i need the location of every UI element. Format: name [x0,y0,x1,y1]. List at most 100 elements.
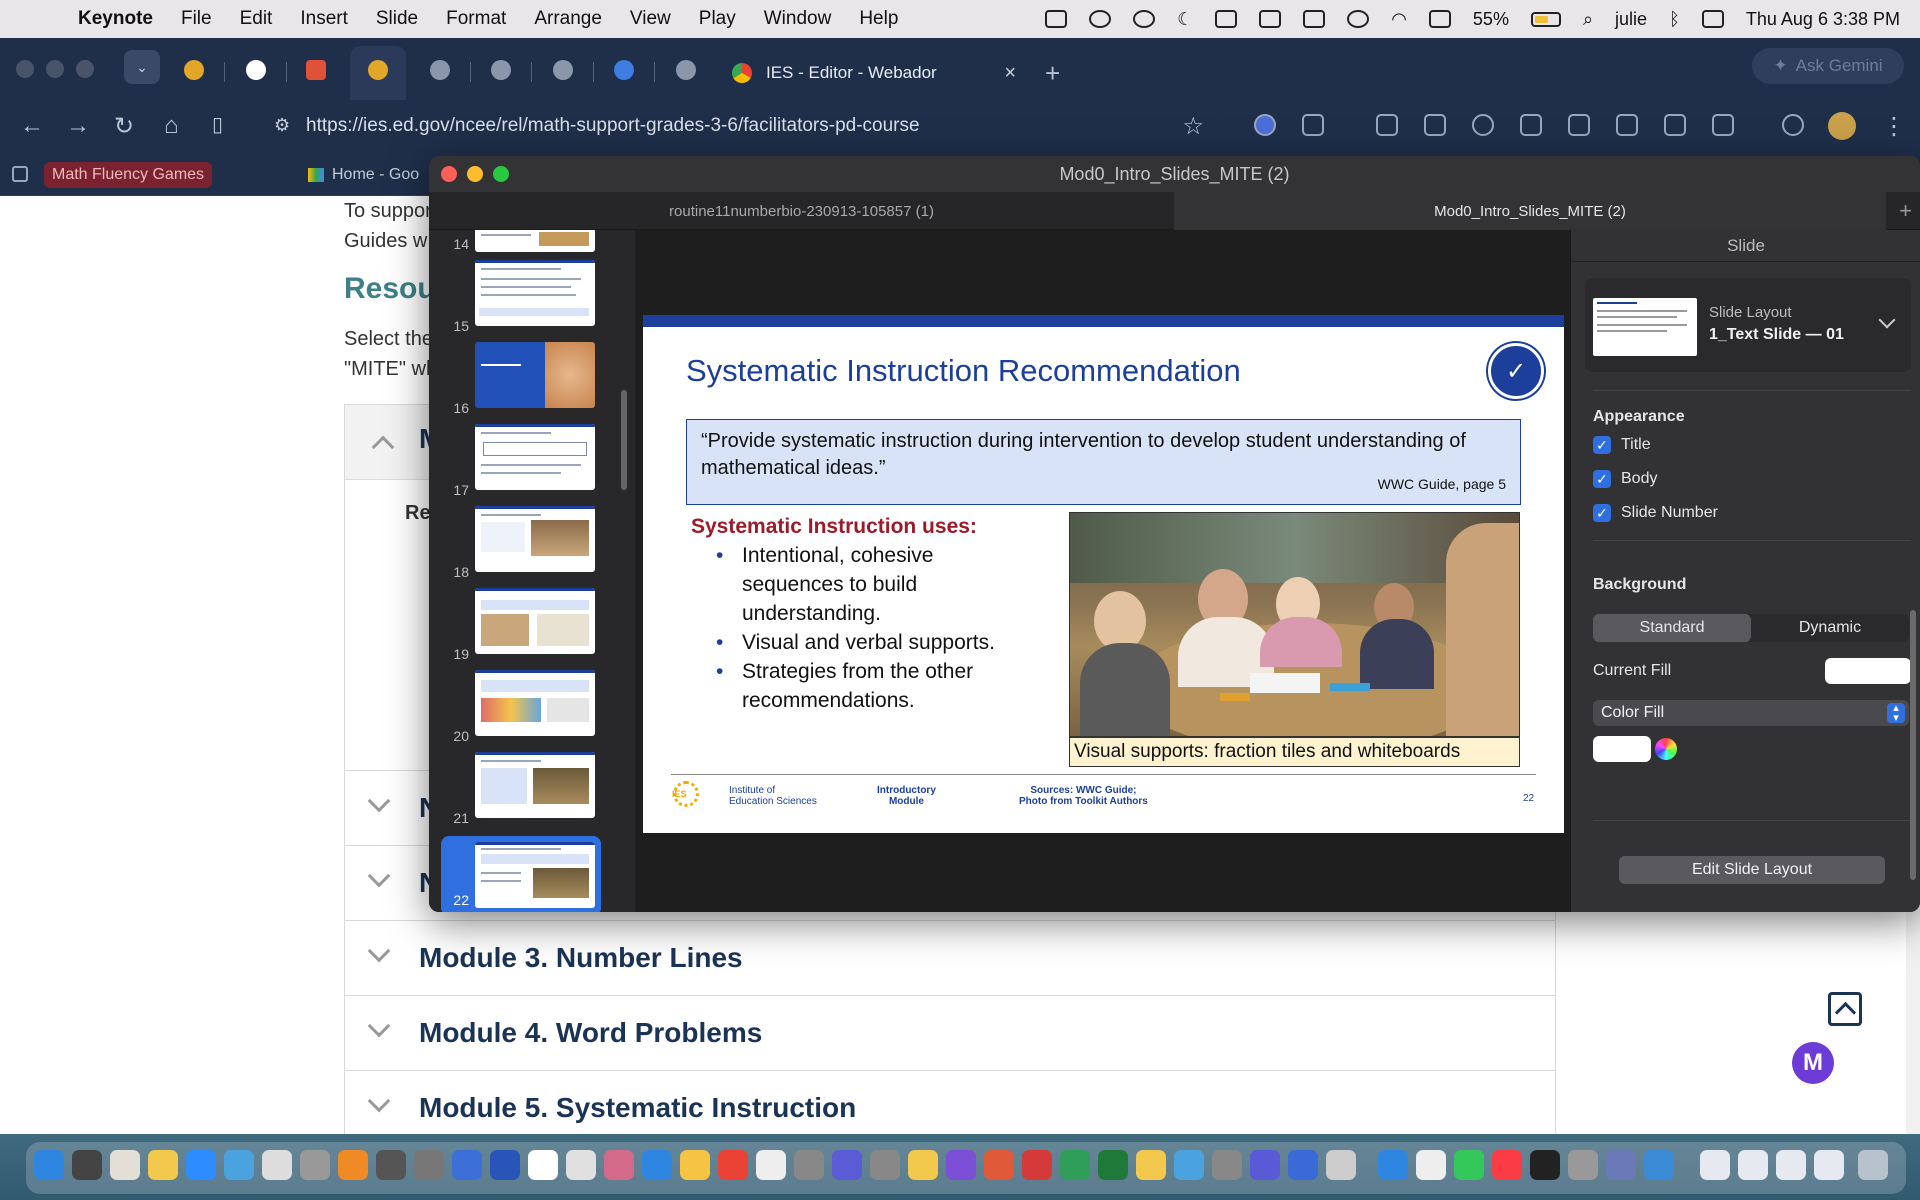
dock-app-icon[interactable] [1606,1150,1636,1180]
dock-app-icon[interactable] [1644,1150,1674,1180]
dock-app-icon[interactable] [452,1150,482,1180]
tab-favicon-chrome-icon[interactable] [246,60,266,80]
table-icon[interactable] [1664,114,1686,136]
user-name[interactable]: julie [1615,9,1647,30]
tab-favicon-sun-icon[interactable] [184,60,204,80]
slide-bullet-list[interactable]: Intentional, cohesive sequences to build… [716,541,1016,715]
new-tab-plus-icon[interactable]: + [1045,58,1060,89]
tab-favicon-globe-icon[interactable] [491,60,511,80]
window-icon[interactable] [1303,10,1326,28]
finder-icon[interactable] [34,1150,64,1180]
checkbox-slide-number[interactable]: ✓ Slide Number [1593,504,1718,522]
dock-app-icon[interactable] [224,1150,254,1180]
dock-app-icon[interactable] [414,1150,444,1180]
menu-play[interactable]: Play [699,8,736,30]
extension-blue-icon[interactable] [1254,114,1276,136]
color-well[interactable] [1593,736,1651,762]
dock-app-icon[interactable] [376,1150,406,1180]
battery-icon[interactable] [1530,11,1561,27]
activity-monitor-icon[interactable] [1530,1150,1560,1180]
back-to-top-button[interactable] [1828,992,1862,1026]
apps-icon[interactable] [12,166,28,182]
color-wheel-icon[interactable] [1655,738,1677,760]
slide-thumbnail-18[interactable] [475,506,595,572]
dock-app-icon[interactable] [490,1150,520,1180]
tab-favicon-red-icon[interactable] [306,60,326,80]
accordion-module-3[interactable]: Module 3. Number Lines [345,920,1555,995]
sidebar-icon[interactable]: ▯ [212,112,223,137]
menu-view[interactable]: View [630,8,671,30]
dock-app-icon[interactable] [1098,1150,1128,1180]
edit-slide-layout-button[interactable]: Edit Slide Layout [1619,856,1885,884]
slide-thumbnail-17[interactable] [475,424,595,490]
status-app-icon[interactable] [1215,10,1238,28]
gmail-icon[interactable] [718,1150,748,1180]
slide-title[interactable]: Systematic Instruction Recommendation [686,353,1241,389]
dock-app-icon[interactable] [566,1150,596,1180]
bookmark-home[interactable]: Home - Goo [300,162,427,188]
dock-app-icon[interactable] [1378,1150,1408,1180]
dock-minimized-window[interactable] [1776,1150,1806,1180]
slide-thumbnail-20[interactable] [475,670,595,736]
current-fill-swatch[interactable] [1825,658,1911,684]
play-icon[interactable] [1347,10,1370,28]
dock-app-icon[interactable] [756,1150,786,1180]
zoom-icon[interactable] [186,1150,216,1180]
slide-layout-picker[interactable]: Slide Layout 1_Text Slide — 01 [1585,278,1911,372]
menu-insert[interactable]: Insert [300,8,348,30]
slide-quote-box[interactable]: “Provide systematic instruction during i… [686,419,1521,505]
new-keynote-tab-icon[interactable]: + [1899,198,1912,224]
browser-close-dot[interactable] [16,60,34,78]
checkbox-title[interactable]: ✓ Title [1593,436,1651,454]
tab-favicon-globe-icon[interactable] [676,60,696,80]
segment-standard[interactable]: Standard [1593,614,1751,642]
messages-icon[interactable] [1454,1150,1484,1180]
menu-format[interactable]: Format [446,8,506,30]
dock-minimized-window[interactable] [1738,1150,1768,1180]
photo-caption[interactable]: Visual supports: fraction tiles and whit… [1069,737,1520,767]
dock-app-icon[interactable] [1136,1150,1166,1180]
slide-thumbnail-16[interactable] [475,342,595,408]
airdrop-icon[interactable] [1133,10,1156,28]
browser-minimize-dot[interactable] [46,60,64,78]
dock-app-icon[interactable] [1568,1150,1598,1180]
help-bubble-button[interactable]: M [1792,1042,1834,1084]
performance-icon[interactable] [1782,114,1804,136]
menu-slide[interactable]: Slide [376,8,418,30]
menu-help[interactable]: Help [859,8,898,30]
wifi-icon[interactable]: ◠ [1391,9,1407,30]
dock-app-icon[interactable] [908,1150,938,1180]
dock-app-icon[interactable] [110,1150,140,1180]
browser-tab-active[interactable]: IES - Editor - Webador × [718,46,1030,100]
reload-icon[interactable]: ↻ [114,112,134,141]
status-grid-icon[interactable] [1045,10,1068,28]
safari-icon[interactable] [1174,1150,1204,1180]
slide-uses-heading[interactable]: Systematic Instruction uses: [691,515,977,539]
keynote-dock-icon[interactable] [642,1150,672,1180]
navigator-scrollbar[interactable] [621,390,627,490]
inspector-header[interactable]: Slide [1571,230,1920,262]
chrome-dock-icon[interactable] [148,1150,178,1180]
trash-icon[interactable] [1858,1150,1888,1180]
dock-app-icon[interactable] [794,1150,824,1180]
dock-app-icon[interactable] [262,1150,292,1180]
menu-window[interactable]: Window [764,8,832,30]
devices-icon[interactable] [1616,114,1638,136]
segment-dynamic[interactable]: Dynamic [1751,614,1909,642]
dock-app-icon[interactable] [832,1150,862,1180]
accordion-module-4[interactable]: Module 4. Word Problems [345,995,1555,1070]
dock-app-icon[interactable] [338,1150,368,1180]
dock-app-icon[interactable] [300,1150,330,1180]
dock-app-icon[interactable] [946,1150,976,1180]
dock-app-icon[interactable] [984,1150,1014,1180]
control-center-icon[interactable] [1701,10,1724,28]
slide-thumbnail-15[interactable] [475,260,595,326]
menu-edit[interactable]: Edit [240,8,273,30]
status-app-icon-2[interactable] [1259,10,1282,28]
dock-app-icon[interactable] [528,1150,558,1180]
address-bar[interactable]: ⚙ https://ies.ed.gov/ncee/rel/math-suppo… [260,106,1222,146]
tab-favicon-globe-icon[interactable] [430,60,450,80]
more-menu-icon[interactable]: ⋮ [1882,112,1906,141]
dock-app-icon[interactable] [1022,1150,1052,1180]
bookmark-star-icon[interactable]: ☆ [1182,112,1204,141]
